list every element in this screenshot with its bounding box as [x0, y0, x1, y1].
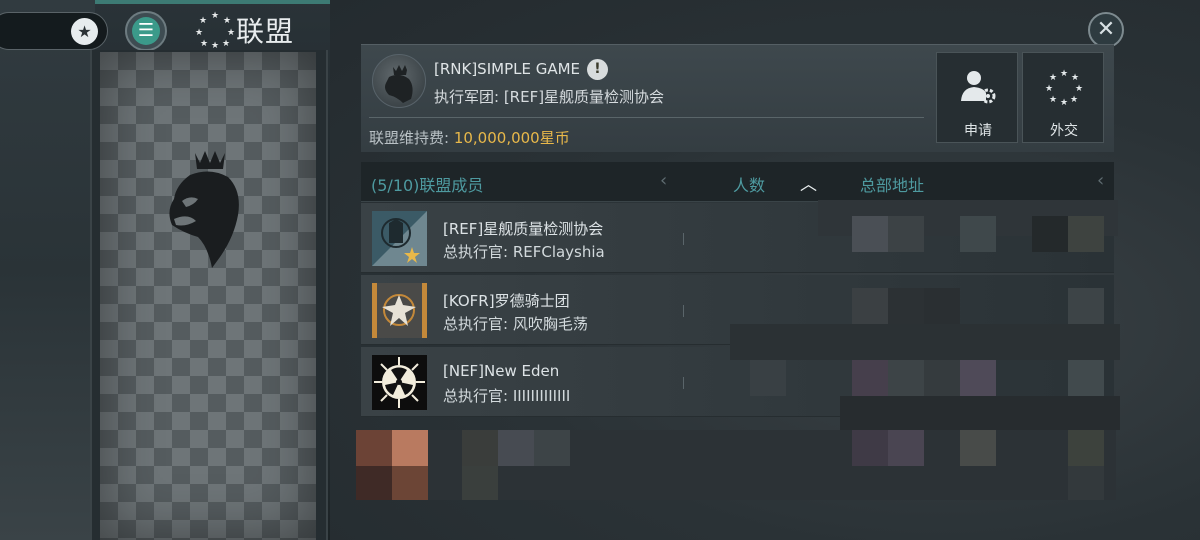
svg-text:★: ★: [1071, 73, 1079, 83]
fee-value: 10,000,000星币: [453, 129, 570, 147]
lion-crest-icon: [169, 151, 239, 268]
fee-label: 联盟维持费:: [369, 129, 454, 147]
member-leader: 总执行官: IIIIIIIIIIIII: [443, 387, 571, 405]
stars-ring-icon: ★ ★ ★ ★ ★ ★ ★ ★: [1023, 67, 1105, 111]
apply-label: 申请: [964, 123, 992, 139]
star-badge-icon[interactable]: ★: [71, 18, 98, 45]
row-separator: [683, 305, 684, 317]
svg-text:★: ★: [1060, 69, 1068, 79]
header-members: (5/10)联盟成员: [371, 176, 484, 195]
member-name: [KOFR]罗德骑士团: [443, 292, 570, 310]
svg-text:★: ★: [1075, 84, 1083, 94]
menu-button[interactable]: ☰: [125, 11, 167, 51]
svg-text:★: ★: [1045, 84, 1053, 94]
chevron-right-icon[interactable]: ‹: [1097, 170, 1104, 191]
row-separator: [683, 233, 684, 245]
menu-icon: ☰: [132, 17, 160, 45]
divider: [369, 117, 924, 118]
diplomacy-button[interactable]: ★ ★ ★ ★ ★ ★ ★ ★ 外交: [1022, 52, 1104, 143]
lion-head-icon: [385, 65, 413, 103]
svg-text:★: ★: [1049, 73, 1057, 83]
close-button[interactable]: ✕: [1088, 12, 1124, 48]
header-hq[interactable]: 总部地址: [860, 172, 924, 196]
page-title-text: 联盟: [236, 15, 295, 48]
alliance-avatar: [372, 54, 426, 108]
header-count[interactable]: 人数: [733, 172, 765, 196]
warning-icon[interactable]: !: [587, 59, 608, 80]
nef-emblem-icon: [372, 355, 427, 410]
sort-up-icon[interactable]: ︿: [800, 170, 817, 195]
member-leader: 总执行官: 风吹胸毛荡: [443, 315, 588, 333]
user-gear-icon: [937, 67, 1019, 111]
page-title: ★ ★ ★ ★ ★ ★ ★ ★ 联盟: [195, 10, 295, 51]
background-left: [0, 0, 95, 540]
svg-text:★: ★: [1049, 95, 1057, 105]
alliance-stars-icon: ★ ★ ★ ★ ★ ★ ★ ★: [195, 11, 236, 51]
executive-corps: 执行军团: [REF]星舰质量检测协会: [434, 88, 665, 106]
diplomacy-label: 外交: [1050, 123, 1078, 139]
ref-emblem-icon: [372, 211, 427, 266]
maintenance-fee: 联盟维持费: 10,000,000星币: [369, 127, 570, 148]
svg-text:★: ★: [1060, 98, 1068, 107]
member-name: [REF]星舰质量检测协会: [443, 220, 604, 238]
alliance-name: [RNK]SIMPLE GAME: [434, 60, 581, 78]
alliance-banner: [100, 52, 316, 540]
kofr-emblem-icon: [372, 283, 427, 338]
row-separator: [683, 377, 684, 389]
chevron-left-icon[interactable]: ‹: [660, 170, 667, 191]
svg-text:★: ★: [1070, 95, 1078, 105]
apply-button[interactable]: 申请: [936, 52, 1018, 143]
member-leader: 总执行官: REFClayshia: [443, 243, 605, 261]
member-name: [NEF]New Eden: [443, 362, 560, 380]
